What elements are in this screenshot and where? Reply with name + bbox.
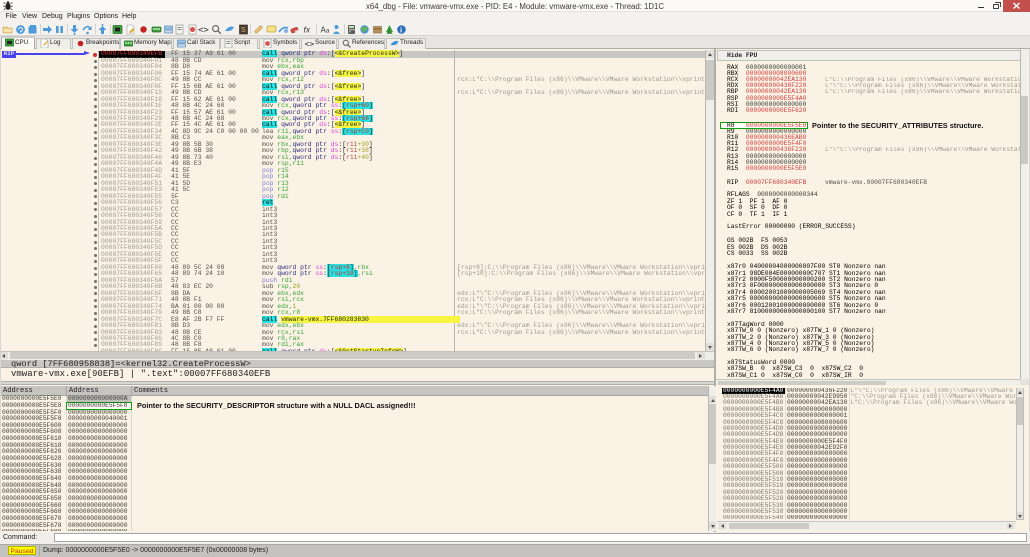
svg-text:i: i	[400, 25, 402, 34]
svg-text:<>: <>	[198, 26, 209, 36]
svg-text:fx: fx	[303, 25, 310, 35]
svg-text:S: S	[241, 27, 246, 34]
svg-text:<>: <>	[305, 39, 314, 48]
svg-text:a: a	[326, 29, 330, 35]
